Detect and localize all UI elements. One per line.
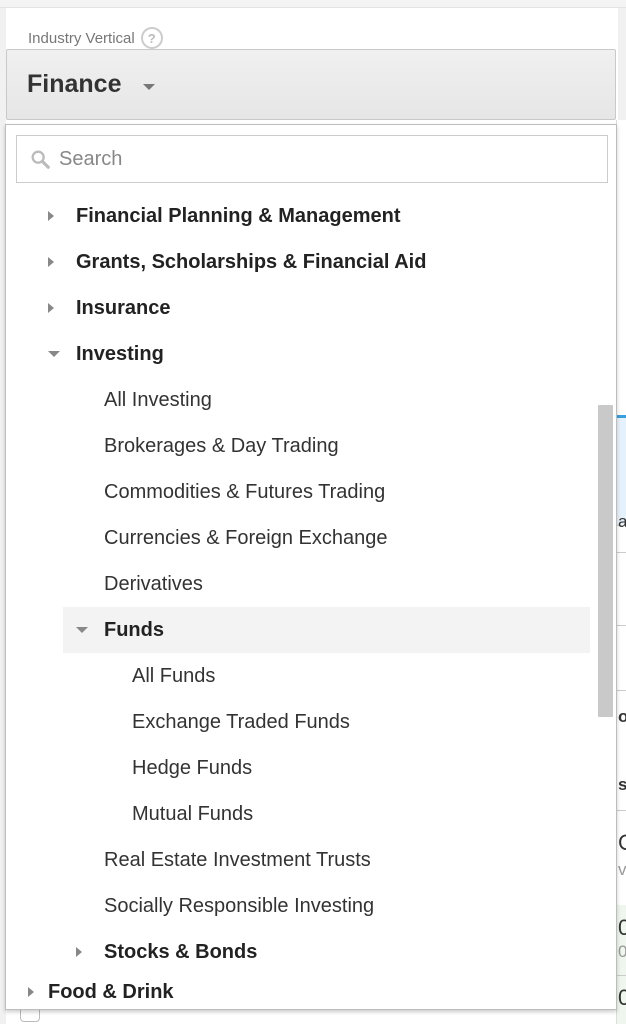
background-text: or bbox=[618, 707, 626, 727]
tree-item-label: All Investing bbox=[104, 388, 212, 411]
tree-category[interactable]: Insurance bbox=[6, 285, 596, 331]
tree-item-label: Grants, Scholarships & Financial Aid bbox=[76, 250, 427, 273]
tree-item[interactable]: All Funds bbox=[6, 653, 596, 699]
tree-item-label: Mutual Funds bbox=[132, 802, 254, 825]
caret-down-icon[interactable] bbox=[48, 351, 60, 357]
background-text: 08 bbox=[618, 942, 626, 962]
tree-category[interactable]: Financial Planning & Management bbox=[6, 193, 596, 239]
tree-item[interactable]: Derivatives bbox=[6, 561, 596, 607]
tree-item[interactable]: Brokerages & Day Trading bbox=[6, 423, 596, 469]
background-text: s bbox=[618, 775, 626, 795]
selected-value: Finance bbox=[27, 70, 122, 98]
tree-item-label: Exchange Traded Funds bbox=[132, 710, 350, 733]
row-checkbox[interactable] bbox=[20, 1010, 40, 1022]
caret-right-icon[interactable] bbox=[48, 303, 54, 313]
caret-right-icon[interactable] bbox=[76, 947, 82, 957]
tree-item[interactable]: Socially Responsible Investing bbox=[6, 883, 596, 929]
caret-down-icon[interactable] bbox=[76, 627, 88, 633]
tree-item-label: All Funds bbox=[132, 664, 216, 687]
tree-item[interactable]: Commodities & Futures Trading bbox=[6, 469, 596, 515]
search-box bbox=[16, 135, 608, 183]
tree-item[interactable]: All Investing bbox=[6, 377, 596, 423]
tree-item[interactable]: Real Estate Investment Trusts bbox=[6, 837, 596, 883]
tree-item-label: Currencies & Foreign Exchange bbox=[104, 526, 388, 549]
tree-item[interactable]: Hedge Funds bbox=[6, 745, 596, 791]
chevron-down-icon bbox=[143, 83, 156, 90]
tree-item-label: Brokerages & Day Trading bbox=[104, 434, 339, 457]
help-icon[interactable]: ? bbox=[140, 27, 163, 49]
background-text: 07 bbox=[618, 915, 626, 941]
tree-category[interactable]: Grants, Scholarships & Financial Aid bbox=[6, 239, 596, 285]
search-input[interactable] bbox=[59, 147, 579, 171]
background-text: a bbox=[618, 512, 626, 532]
tree-category[interactable]: Investing bbox=[6, 331, 596, 377]
page-top-strip bbox=[0, 0, 626, 8]
search-icon bbox=[31, 150, 50, 169]
background-text: 05 bbox=[618, 985, 626, 1011]
tree-category[interactable]: Food & Drink bbox=[6, 969, 596, 1009]
caret-right-icon[interactable] bbox=[48, 257, 54, 267]
tree-item-label: Real Estate Investment Trusts bbox=[104, 848, 371, 871]
tree-item[interactable]: Exchange Traded Funds bbox=[6, 699, 596, 745]
industry-vertical-select[interactable]: Finance bbox=[6, 49, 616, 120]
tree-item-label: Socially Responsible Investing bbox=[104, 894, 375, 917]
field-label-text: Industry Vertical bbox=[28, 29, 135, 47]
scrollbar-thumb[interactable] bbox=[598, 405, 613, 717]
tree-category[interactable]: Funds bbox=[63, 607, 590, 653]
tree-item[interactable]: Mutual Funds bbox=[6, 791, 596, 837]
background-chart-fragment bbox=[617, 415, 626, 525]
field-label: Industry Vertical ? bbox=[28, 27, 163, 49]
tree-item-label: Derivatives bbox=[104, 572, 203, 595]
tree-item-label: Commodities & Futures Trading bbox=[104, 480, 386, 503]
industry-dropdown: Financial Planning & Management Grants, S… bbox=[5, 124, 617, 1010]
tree-item-label: Funds bbox=[104, 618, 164, 641]
tree-item-label: Investing bbox=[76, 342, 164, 365]
caret-right-icon[interactable] bbox=[48, 211, 54, 221]
background-text: v bbox=[618, 860, 626, 879]
background-table-fragment: a or s G v 07 08 05 bbox=[616, 120, 626, 1024]
tree-item-label: Stocks & Bonds bbox=[104, 940, 258, 963]
tree-item-label: Financial Planning & Management bbox=[76, 204, 401, 227]
tree-item-label: Hedge Funds bbox=[132, 756, 253, 779]
tree-item-label: Insurance bbox=[76, 296, 171, 319]
background-text: G bbox=[618, 830, 626, 856]
tree-item[interactable]: Currencies & Foreign Exchange bbox=[6, 515, 596, 561]
background-bottom-row bbox=[6, 1010, 616, 1024]
caret-right-icon[interactable] bbox=[28, 987, 34, 997]
category-tree: Financial Planning & Management Grants, S… bbox=[6, 193, 596, 1009]
tree-item-label: Food & Drink bbox=[48, 980, 174, 1003]
